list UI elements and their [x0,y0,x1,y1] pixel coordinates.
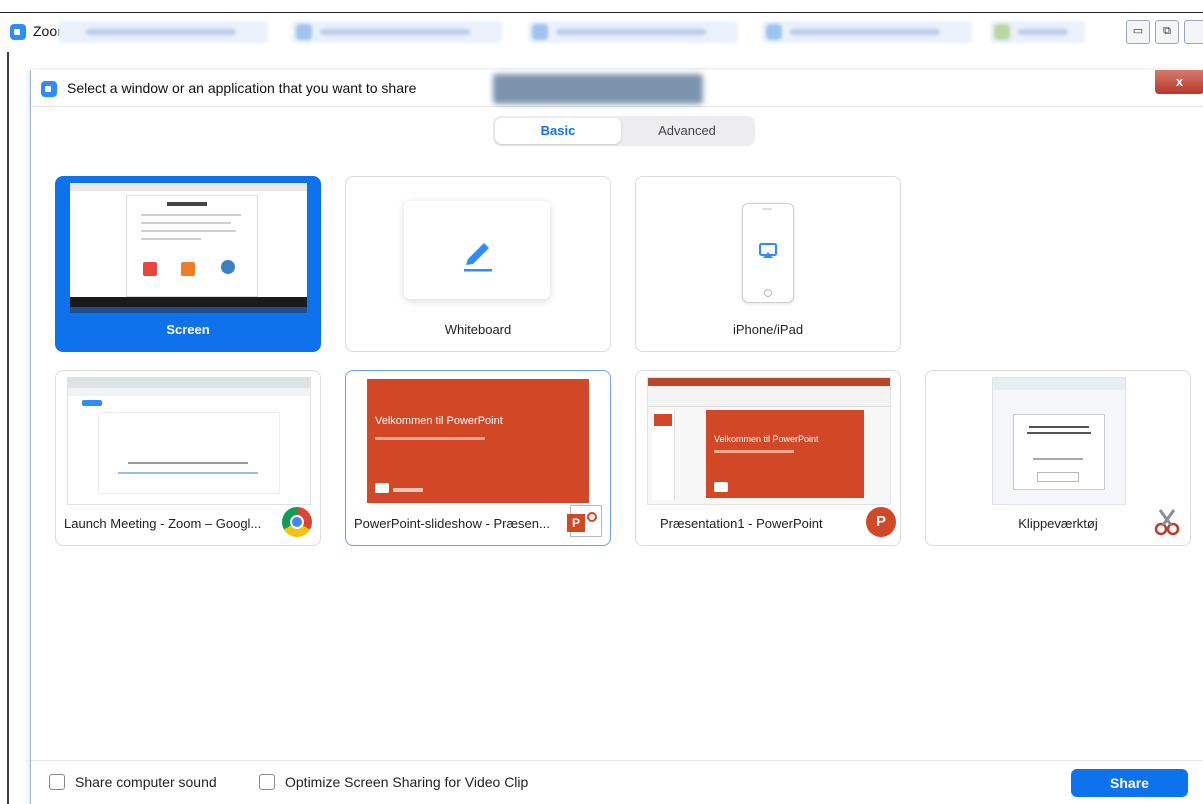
powerpoint-icon: P [866,507,896,537]
chrome-window-thumbnail [67,377,311,505]
window-powerpoint-slideshow[interactable]: Velkommen til PowerPoint PowerPoint-slid… [345,370,611,546]
share-option-iphone-ipad[interactable]: iPhone/iPad [635,176,901,352]
screen-thumbnail [70,183,307,313]
window-label: Klippeværktøj [1018,516,1098,531]
tab-basic[interactable]: Basic [495,118,621,144]
slide-title: Velkommen til PowerPoint [375,415,503,427]
dialog-close-button[interactable]: x [1155,70,1203,94]
background-tab [762,21,972,43]
minimize-button[interactable]: ▭ [1126,20,1150,44]
background-tab [528,21,738,43]
footer-divider [31,760,1203,761]
window-snipping-tool[interactable]: Klippeværktøj [925,370,1191,546]
airplay-icon [759,243,777,258]
window-label: Launch Meeting - Zoom – Googl... [64,516,262,531]
window-label: Præsentation1 - PowerPoint [660,516,823,531]
zoom-logo-icon [10,24,26,40]
snipping-tool-thumbnail [992,377,1126,505]
optimize-video-checkbox[interactable] [259,774,275,790]
share-option-label: Whiteboard [444,322,512,337]
zoom-title-bar: Zoom ▭ ⧉ [0,14,1203,52]
window-chrome-launch-meeting[interactable]: Launch Meeting - Zoom – Googl... [55,370,321,546]
whiteboard-preview [404,201,550,299]
window-label: PowerPoint-slideshow - Præsen... [354,516,550,531]
share-option-label: Screen [166,322,210,337]
share-computer-sound-label[interactable]: Share computer sound [75,774,217,790]
snipping-tool-icon [1154,509,1180,536]
share-button[interactable]: Share [1071,769,1188,797]
chrome-icon [282,507,312,537]
dialog-title: Select a window or an application that y… [67,80,417,96]
window-edge [7,52,9,804]
restore-button[interactable]: ⧉ [1155,20,1179,44]
share-tabs: Basic Advanced [493,116,755,146]
background-tab [990,21,1085,43]
optimize-video-label[interactable]: Optimize Screen Sharing for Video Clip [285,774,528,790]
share-option-screen[interactable]: Screen [55,176,321,352]
slide-title: Velkommen til PowerPoint [714,434,819,444]
iphone-preview [742,203,794,303]
dialog-title-bar: Select a window or an application that y… [31,70,1203,107]
background-tab [292,21,502,43]
share-computer-sound-checkbox[interactable] [49,774,65,790]
pen-icon [464,243,492,272]
share-dialog: Select a window or an application that y… [30,70,1203,804]
window-presentation1-powerpoint[interactable]: Velkommen til PowerPoint Præsentation1 -… [635,370,901,546]
background-tab [58,21,268,43]
powerpoint-window-thumbnail: Velkommen til PowerPoint [647,377,891,505]
share-option-whiteboard[interactable]: Whiteboard [345,176,611,352]
powerpoint-doc-icon [567,505,602,537]
close-window-button[interactable] [1184,20,1203,44]
tab-advanced[interactable]: Advanced [623,118,751,144]
top-rule [0,0,1203,13]
share-option-label: iPhone/iPad [732,322,804,337]
slideshow-thumbnail: Velkommen til PowerPoint [357,377,599,503]
zoom-dialog-icon [41,81,57,97]
talking-indicator-blurred [493,74,703,104]
